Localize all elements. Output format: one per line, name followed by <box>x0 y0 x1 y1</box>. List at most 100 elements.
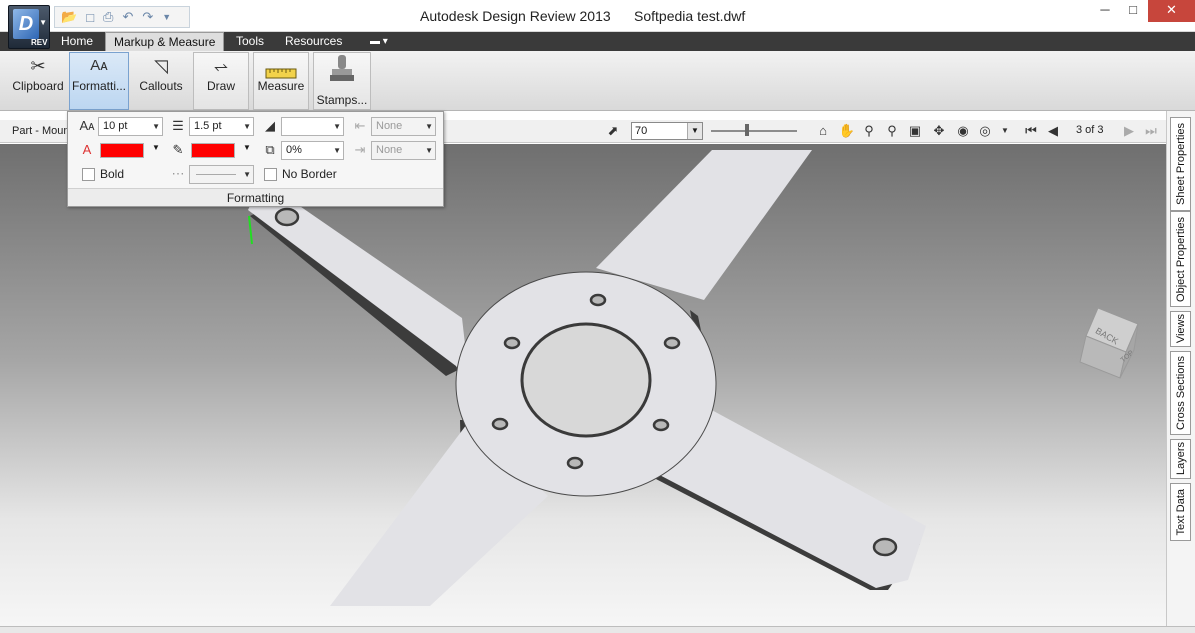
line-color-icon: ✎ <box>172 142 184 157</box>
fill-color-select[interactable]: ▼ <box>281 117 344 136</box>
select-cursor-icon[interactable]: ⬈ <box>604 122 622 140</box>
save-icon[interactable]: □ <box>86 10 94 25</box>
tab-home[interactable]: Home <box>53 32 101 51</box>
application-menu-button[interactable]: D REV ▼ <box>8 5 50 49</box>
layers-label: Layers <box>1174 442 1187 476</box>
tab-views[interactable]: Views <box>1170 311 1191 347</box>
orbit-icon[interactable]: ✥ <box>930 122 948 140</box>
turntable-icon[interactable]: ◉ <box>954 122 972 140</box>
ribbon: ✂ Clipboard Aᴀ Formatti... ◹ Callouts ⥋ … <box>0 51 1195 111</box>
open-icon[interactable]: 📂 <box>61 9 77 25</box>
clipboard-button[interactable]: ✂ Clipboard <box>8 52 68 110</box>
chevron-down-icon: ▼ <box>425 122 433 131</box>
viewcube-icon: BACK TOP <box>1079 307 1139 379</box>
stamps-button[interactable]: Stamps... <box>313 52 371 110</box>
line-weight-icon: ☰ <box>172 118 184 133</box>
minimize-button[interactable]: ─ <box>1092 0 1118 22</box>
chevron-down-icon: ▼ <box>333 122 341 131</box>
no-border-checkbox[interactable] <box>264 168 277 181</box>
home-view-icon[interactable]: ⌂ <box>814 122 832 140</box>
text-color-picker[interactable]: ▼ <box>98 141 163 160</box>
line-start-select[interactable]: None ▼ <box>371 117 436 136</box>
line-weight-select[interactable]: 1.5 pt ▼ <box>189 117 254 136</box>
chevron-down-icon: ▼ <box>152 122 160 131</box>
cross-sections-label: Cross Sections <box>1174 356 1187 430</box>
next-page-icon[interactable]: ▶ <box>1120 122 1138 140</box>
last-page-icon[interactable]: ⏭ <box>1142 122 1160 140</box>
draw-label: Draw <box>206 79 235 93</box>
transparency-icon: ⧉ <box>265 142 275 157</box>
zoom-slider-track[interactable] <box>711 130 797 132</box>
maximize-button[interactable]: □ <box>1118 0 1148 22</box>
app-title: Autodesk Design Review 2013 <box>420 8 611 24</box>
mounting-plate-model <box>248 150 926 606</box>
font-size-select[interactable]: 10 pt ▼ <box>98 117 163 136</box>
tab-object-properties[interactable]: Object Properties <box>1170 211 1191 307</box>
fill-color-icon: ◢ <box>265 118 275 133</box>
close-button[interactable]: ✕ <box>1148 0 1195 22</box>
undo-icon[interactable]: ↶ <box>122 9 133 25</box>
line-style-preview <box>196 174 236 175</box>
no-border-label: No Border <box>282 167 337 181</box>
callouts-button[interactable]: ◹ Callouts <box>133 52 189 110</box>
viewcube[interactable]: BACK TOP <box>1072 306 1146 380</box>
text-data-label: Text Data <box>1174 488 1187 536</box>
measure-label: Measure <box>257 79 305 93</box>
transparency-select[interactable]: 0% ▼ <box>281 141 344 160</box>
menu-bar: Home Markup & Measure Tools Resources ▬ … <box>0 32 1195 51</box>
font-size-value: 10 pt <box>103 120 128 132</box>
chevron-down-icon: ▼ <box>152 143 160 152</box>
rev-badge: REV <box>31 38 48 47</box>
tab-tools[interactable]: Tools <box>228 32 272 51</box>
callout-icon: ◹ <box>154 56 168 76</box>
previous-page-icon[interactable]: ◀ <box>1044 122 1062 140</box>
chevron-down-icon: ▼ <box>243 143 251 152</box>
zoom-select[interactable]: 70 ▼ <box>631 122 703 140</box>
line-start-value: None <box>376 120 403 132</box>
status-bar <box>0 626 1195 633</box>
draw-button[interactable]: ⥋ Draw <box>193 52 249 110</box>
qat-dropdown-icon[interactable]: ▼ <box>162 12 171 22</box>
formatting-button[interactable]: Aᴀ Formatti... <box>69 52 129 110</box>
tab-cross-sections[interactable]: Cross Sections <box>1170 351 1191 435</box>
print-icon[interactable]: ⎙ <box>103 9 113 25</box>
text-color-swatch <box>100 143 144 158</box>
ribbon-options-icon[interactable]: ▬ ▾ <box>362 32 396 51</box>
quick-access-toolbar: 📂 □ ⎙ ↶ ↷ ▼ <box>54 6 190 28</box>
section-icon[interactable]: ◎ <box>976 122 994 140</box>
redo-icon[interactable]: ↷ <box>142 9 153 25</box>
side-panel-tabs: Sheet Properties Object Properties Views… <box>1166 111 1195 626</box>
tab-resources[interactable]: Resources <box>277 32 350 51</box>
sheet-properties-label: Sheet Properties <box>1174 123 1187 205</box>
line-style-select[interactable]: ▼ <box>189 165 254 184</box>
zoom-slider-thumb[interactable] <box>745 124 749 136</box>
line-end-select[interactable]: None ▼ <box>371 141 436 160</box>
fit-to-window-icon[interactable]: ▣ <box>906 122 924 140</box>
stamps-label: Stamps... <box>316 93 368 107</box>
zoom-rectangle-icon[interactable]: ⚲ <box>883 122 901 140</box>
line-color-swatch <box>191 143 235 158</box>
pan-hand-icon[interactable]: ✋ <box>838 122 856 140</box>
title-bar: 📂 □ ⎙ ↶ ↷ ▼ Autodesk Design Review 2013 … <box>0 0 1195 32</box>
chevron-down-icon: ▼ <box>425 146 433 155</box>
bold-checkbox[interactable] <box>82 168 95 181</box>
tab-text-data[interactable]: Text Data <box>1170 483 1191 541</box>
measure-button[interactable]: Measure <box>253 52 309 110</box>
chevron-down-icon[interactable]: ▼ <box>996 122 1014 140</box>
document-title: Softpedia test.dwf <box>634 8 746 24</box>
part-name-label: Part - Mount <box>12 125 73 137</box>
scissors-icon: ✂ <box>30 56 46 76</box>
model-viewport[interactable]: BACK TOP <box>0 144 1166 626</box>
tab-sheet-properties[interactable]: Sheet Properties <box>1170 117 1191 211</box>
clipboard-label: Clipboard <box>12 79 64 93</box>
chevron-down-icon: ▼ <box>39 18 47 27</box>
tab-markup-measure[interactable]: Markup & Measure <box>105 32 225 51</box>
line-color-picker[interactable]: ▼ <box>189 141 254 160</box>
ruler-icon <box>254 61 308 79</box>
first-page-icon[interactable]: ⏮ <box>1022 122 1040 140</box>
line-end-icon: ⇥ <box>354 142 366 157</box>
tab-layers[interactable]: Layers <box>1170 439 1191 479</box>
design-review-logo-icon: D <box>13 9 39 39</box>
zoom-icon[interactable]: ⚲ <box>860 122 878 140</box>
formatting-label: Formatti... <box>71 79 126 93</box>
